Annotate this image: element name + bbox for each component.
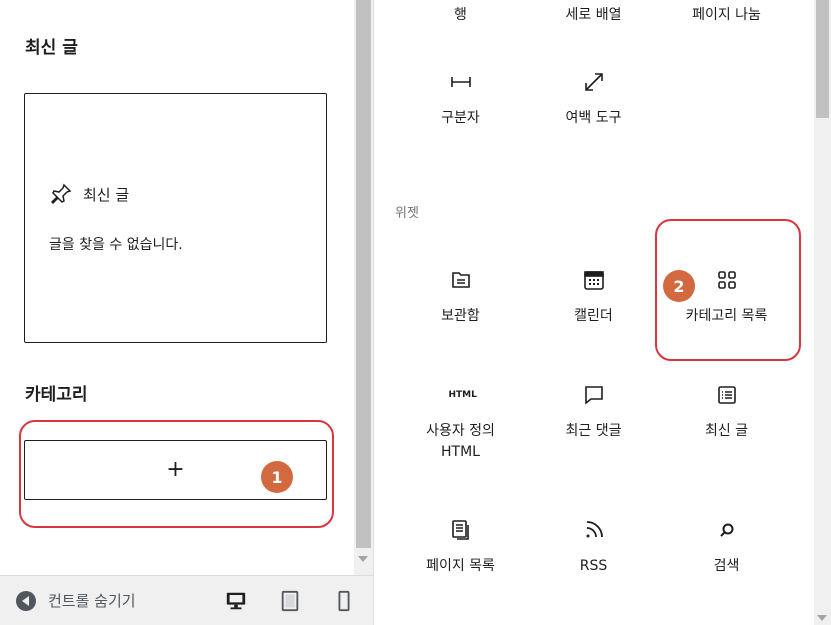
latest-posts-icon: [717, 386, 736, 404]
block-archives[interactable]: 보관함: [394, 268, 527, 327]
recent-posts-block[interactable]: 최신 글 글을 찾을 수 없습니다.: [24, 93, 327, 343]
left-scrollbar-thumb[interactable]: [356, 0, 371, 548]
scroll-down-arrow-icon[interactable]: [358, 556, 368, 562]
block-custom-html[interactable]: HTML 사용자 정의 HTML: [394, 383, 527, 463]
block-label: 캘린더: [574, 308, 613, 324]
customizer-footer: 컨트롤 숨기기: [0, 575, 373, 625]
recent-posts-header: 최신 글: [49, 182, 129, 206]
block-rss[interactable]: RSS: [527, 518, 660, 577]
step-badge-1: 1: [261, 461, 293, 493]
tablet-icon[interactable]: [279, 590, 301, 612]
block-stack[interactable]: 세로 배열: [527, 4, 660, 24]
collapse-controls-button[interactable]: 컨트롤 숨기기: [16, 590, 136, 611]
scroll-down-arrow-icon[interactable]: [817, 615, 827, 621]
search-icon: [719, 523, 733, 537]
collapse-controls-label: 컨트롤 숨기기: [48, 592, 136, 610]
archive-icon: [451, 272, 470, 288]
block-label: 사용자 정의 HTML: [426, 423, 495, 460]
block-search[interactable]: 검색: [660, 518, 793, 577]
recent-posts-header-label: 최신 글: [83, 185, 130, 204]
mobile-icon[interactable]: [333, 590, 355, 612]
block-label: 구분자: [441, 110, 480, 126]
page-list-icon: [451, 520, 469, 540]
block-label: 페이지 목록: [426, 558, 495, 574]
recent-posts-title: 최신 글: [25, 38, 78, 58]
step-badge-2: 2: [663, 270, 695, 302]
empty-message: 글을 찾을 수 없습니다.: [49, 237, 183, 253]
right-scrollbar[interactable]: [814, 0, 831, 625]
block-row[interactable]: 행: [394, 4, 527, 24]
block-calendar[interactable]: 캘린더: [527, 268, 660, 327]
left-scrollbar[interactable]: [354, 0, 373, 575]
block-separator[interactable]: 구분자: [394, 70, 527, 129]
device-preview-buttons: [225, 590, 355, 612]
separator-icon: [450, 77, 471, 87]
block-label: 검색: [713, 558, 740, 574]
pin-icon: [50, 183, 72, 205]
collapse-arrow-icon: [16, 590, 36, 611]
block-latest-comments[interactable]: 최근 댓글: [527, 383, 660, 442]
widgets-category-title: 위젯: [395, 206, 419, 221]
block-label: 최근 댓글: [565, 423, 622, 439]
html-icon: HTML: [448, 390, 477, 400]
widget-preview-panel: 최신 글 최신 글 글을 찾을 수 없습니다. 카테고리 + 1: [0, 0, 354, 575]
comments-icon: [584, 386, 603, 405]
block-latest-posts[interactable]: 최신 글: [660, 383, 793, 442]
rss-icon: [586, 521, 603, 538]
desktop-icon[interactable]: [225, 590, 247, 612]
block-page-list[interactable]: 페이지 목록: [394, 518, 527, 577]
block-label: 보관함: [441, 308, 480, 324]
block-label: RSS: [579, 558, 608, 574]
right-scrollbar-thumb[interactable]: [816, 0, 829, 118]
block-inserter-panel: 행 세로 배열 페이지 나눔 구분자 여백 도구 위젯 보관함 캘린더 카테고리…: [374, 0, 814, 625]
spacer-icon: [584, 73, 603, 91]
block-spacer[interactable]: 여백 도구: [527, 70, 660, 129]
block-page-break[interactable]: 페이지 나눔: [660, 4, 793, 24]
block-label: 최신 글: [704, 423, 749, 439]
block-label: 여백 도구: [565, 110, 622, 126]
categories-title: 카테고리: [25, 385, 88, 405]
calendar-icon: [583, 271, 604, 290]
